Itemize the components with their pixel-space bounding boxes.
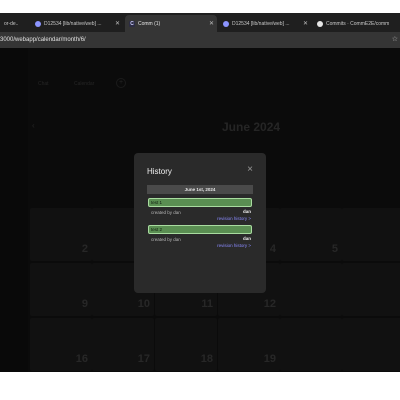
tab-title: D12534 [lib/native/web] ... xyxy=(44,20,102,27)
history-entry: test 2 created by dan dan revision histo… xyxy=(147,225,253,249)
entry-text[interactable]: test 1 xyxy=(148,198,252,207)
date-header: June 1st, 2024 xyxy=(147,185,253,194)
tab-close-icon[interactable]: ✕ xyxy=(209,20,214,27)
browser-tab-1[interactable]: or-de.. xyxy=(0,15,30,32)
github-icon xyxy=(317,20,323,27)
entry-author: dan xyxy=(242,209,251,214)
browser-tab-4[interactable]: D12534 [lib/native/web] ... ✕ xyxy=(219,15,311,32)
tab-title: Comm (1) xyxy=(138,20,161,27)
tab-title: D12534 [lib/native/web] ... xyxy=(232,20,290,27)
comm-icon: C xyxy=(129,20,135,27)
entry-author: dan xyxy=(242,236,251,241)
history-modal: History × June 1st, 2024 test 1 created … xyxy=(134,153,266,293)
phabricator-icon xyxy=(223,20,229,27)
revision-history-link[interactable]: revision history > xyxy=(217,216,251,221)
close-icon[interactable]: × xyxy=(247,164,253,176)
tab-title: Commits · CommE2E/comm xyxy=(326,20,390,27)
entry-text[interactable]: test 2 xyxy=(148,225,252,234)
modal-title: History xyxy=(147,167,172,176)
tab-title: or-de.. xyxy=(4,20,19,27)
bookmark-star-icon[interactable]: ☆ xyxy=(392,35,398,45)
revision-history-link[interactable]: revision history > xyxy=(217,243,251,248)
history-entry: test 1 created by dan dan revision histo… xyxy=(147,198,253,222)
entry-created-by: created by dan xyxy=(151,210,181,215)
tab-close-icon[interactable]: ✕ xyxy=(115,20,120,27)
url-text[interactable]: 3000/webapp/calendar/month/6/ xyxy=(0,35,86,45)
address-bar[interactable]: 3000/webapp/calendar/month/6/ ☆ xyxy=(0,32,400,48)
browser-tab-2[interactable]: D12534 [lib/native/web] ... ✕ xyxy=(31,15,123,32)
browser-tab-3[interactable]: C Comm (1) ✕ xyxy=(125,15,217,32)
tab-close-icon[interactable]: ✕ xyxy=(303,20,308,27)
phabricator-icon xyxy=(35,20,41,27)
entry-created-by: created by dan xyxy=(151,237,181,242)
browser-tab-5[interactable]: Commits · CommE2E/comm xyxy=(313,15,400,32)
browser-window: or-de.. D12534 [lib/native/web] ... ✕ C … xyxy=(0,13,400,372)
page-content: Chat Calendar + ‹ June 2024 2 3 4 5 9 10… xyxy=(0,48,400,372)
tab-strip: or-de.. D12534 [lib/native/web] ... ✕ C … xyxy=(0,13,400,32)
